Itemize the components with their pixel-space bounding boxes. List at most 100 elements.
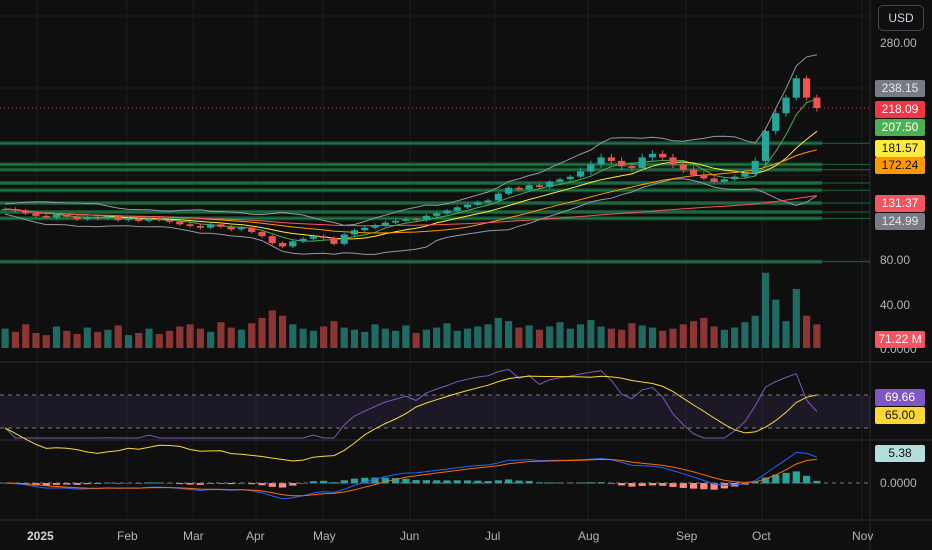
volume-bar: [700, 317, 708, 348]
time-axis-label: Mar: [183, 529, 204, 543]
volume-bar: [371, 324, 379, 348]
volume-bar: [32, 332, 40, 348]
volume-bar: [731, 327, 739, 348]
time-axis-label: Nov: [852, 529, 874, 543]
price-axis-bottom-label: 80.00: [880, 253, 911, 267]
volume-bar: [463, 328, 472, 348]
volume-bar: [135, 332, 143, 348]
lower-band-value-tag: 124.99: [875, 213, 925, 230]
candle-body: [1, 209, 9, 210]
candle-body: [484, 200, 492, 203]
macd-hist-value-tag: 5.38: [875, 445, 925, 462]
candle-body: [135, 219, 143, 221]
candle-body: [453, 207, 461, 211]
volume-bar: [720, 329, 728, 348]
candle-body: [350, 230, 359, 235]
volume-bar: [237, 329, 246, 348]
time-axis-label: Apr: [246, 529, 265, 543]
candle-body: [546, 181, 554, 187]
volume-bar: [782, 321, 790, 348]
volume-bar: [248, 323, 256, 348]
ma-long-value-tag: 172.24: [875, 157, 925, 174]
volume-bar: [165, 330, 174, 348]
volume-bar: [278, 315, 287, 348]
volume-bar: [1, 328, 9, 348]
volume-bar: [628, 323, 636, 348]
ma-short-value-tag: 207.50: [875, 119, 925, 136]
candle-body: [196, 226, 204, 228]
volume-bar: [361, 331, 369, 348]
candle-body: [710, 178, 718, 182]
time-axis-label: 2025: [27, 529, 54, 543]
candle-body: [381, 222, 389, 226]
candle-body: [463, 204, 472, 208]
volume-bar: [525, 325, 533, 348]
candle-body: [474, 202, 482, 205]
candle-body: [114, 216, 122, 221]
volume-bar: [176, 326, 184, 348]
volume-bar: [42, 335, 50, 348]
candle-body: [83, 217, 91, 220]
volume-bar: [710, 326, 718, 348]
volume-bar: [196, 328, 204, 348]
candle-body: [792, 78, 800, 98]
candle-body: [94, 217, 102, 219]
candle-body: [720, 179, 728, 182]
volume-bar: [576, 324, 585, 348]
macd-histogram-bar: [689, 483, 698, 489]
currency-button[interactable]: USD: [878, 5, 924, 31]
volume-bar: [402, 325, 410, 348]
volume-bar: [227, 327, 235, 348]
last-price-value-tag: 218.09: [875, 101, 925, 118]
candle-body: [22, 210, 30, 214]
candle-body: [618, 160, 626, 167]
candle-body: [268, 236, 276, 243]
candle-body: [124, 219, 133, 221]
candle-body: [299, 238, 307, 242]
volume-bar: [299, 328, 307, 348]
volume-bar: [350, 329, 359, 348]
chart-canvas[interactable]: [0, 0, 932, 550]
candle-body: [361, 227, 369, 231]
candle-body: [515, 187, 523, 190]
time-axis-label: Feb: [117, 529, 138, 543]
time-axis-label: Sep: [676, 529, 698, 543]
volume-bar: [546, 326, 554, 348]
candle-body: [741, 173, 749, 177]
macd-histogram-bar: [278, 483, 287, 488]
volume-bar: [186, 324, 194, 348]
ma-200-value-tag: 131.37: [875, 195, 925, 212]
volume-bar: [217, 322, 225, 348]
candle-body: [371, 225, 379, 228]
candle-body: [340, 234, 348, 244]
volume-bar: [587, 320, 595, 348]
candle-body: [669, 157, 677, 165]
volume-bar: [309, 330, 317, 348]
candle-body: [813, 97, 821, 108]
candle-body: [278, 243, 287, 247]
candle-body: [535, 185, 544, 187]
volume-axis-top-label: 40.00: [880, 298, 911, 312]
time-axis-label: Jun: [400, 529, 420, 543]
macd-axis-zero-label: 0.0000: [880, 476, 917, 490]
macd-histogram-bar: [792, 471, 800, 484]
candle-body: [412, 219, 420, 221]
candle-body: [648, 153, 657, 158]
volume-bar: [792, 288, 800, 348]
volume-bar: [340, 327, 348, 348]
volume-bar: [83, 327, 91, 348]
candle-body: [443, 210, 451, 214]
candle-body: [11, 209, 20, 211]
volume-bar: [104, 329, 112, 348]
candle-body: [587, 164, 595, 172]
macd-histogram-bar: [700, 483, 708, 490]
candle-body: [556, 179, 564, 182]
rsi-value-tag: 69.66: [875, 389, 925, 406]
macd-histogram-bar: [802, 475, 811, 484]
volume-bar: [761, 272, 770, 348]
candle-body: [638, 157, 646, 168]
candle-body: [689, 169, 698, 175]
volume-bar: [566, 328, 574, 348]
candle-body: [607, 157, 615, 161]
volume-bar: [638, 325, 646, 348]
